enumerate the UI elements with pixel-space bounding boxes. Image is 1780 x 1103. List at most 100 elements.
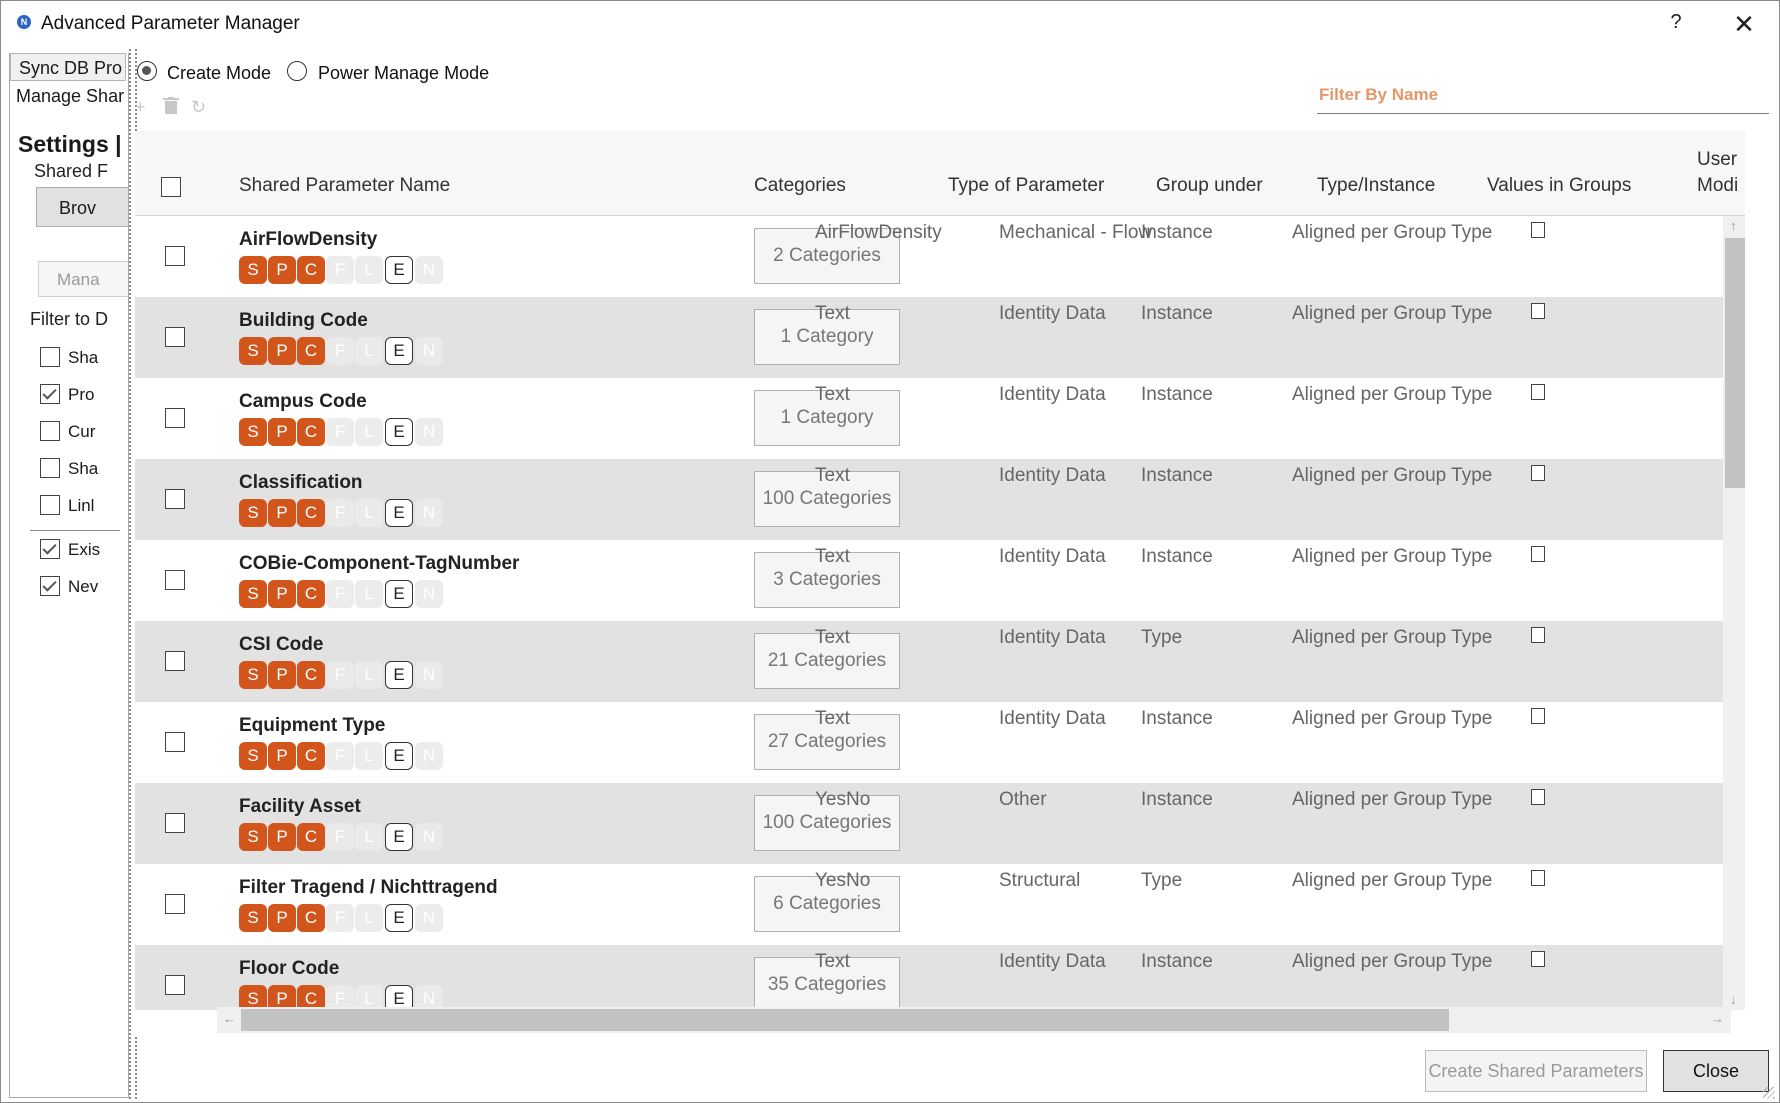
resize-grip-icon[interactable] xyxy=(1763,1087,1775,1099)
plus-icon[interactable]: + xyxy=(135,97,146,118)
row-select-checkbox[interactable] xyxy=(165,975,185,995)
window-title: Advanced Parameter Manager xyxy=(41,13,300,34)
table-row[interactable]: Facility Asset S P C F L E N 100 Categories YesNo… xyxy=(135,783,1745,864)
manage-button[interactable]: Mana xyxy=(38,261,128,297)
table-row[interactable]: COBie-Component-TagNumber S P C F L E N 3 Catego… xyxy=(135,540,1745,621)
row-select-checkbox[interactable] xyxy=(165,651,185,671)
type-instance-cell: Instance xyxy=(1141,546,1213,567)
row-select-checkbox[interactable] xyxy=(165,894,185,914)
filter-checkbox[interactable] xyxy=(40,421,60,441)
power-manage-mode-label: Power Manage Mode xyxy=(318,63,490,83)
create-mode-radio[interactable] xyxy=(137,61,157,81)
filter-checkbox[interactable] xyxy=(40,576,60,596)
flag-badge: N xyxy=(415,904,443,932)
flag-badge: C xyxy=(297,823,325,851)
user-modifiable-checkbox[interactable] xyxy=(1531,222,1545,238)
group-under-cell: Mechanical - Flow xyxy=(999,222,1153,243)
header-user-mod-line2[interactable]: Modi xyxy=(1697,175,1738,197)
table-row[interactable]: AirFlowDensity S P C F L E N 2 Categories AirFlow… xyxy=(135,216,1745,297)
user-modifiable-checkbox[interactable] xyxy=(1531,627,1545,643)
filter-checkbox-label: Linl xyxy=(68,496,95,515)
parameter-name: Facility Asset xyxy=(239,796,361,817)
row-select-checkbox[interactable] xyxy=(165,489,185,509)
header-values[interactable]: Values in Groups xyxy=(1487,175,1631,197)
scroll-left-arrow-icon[interactable]: ← xyxy=(223,1011,236,1026)
flag-badge: L xyxy=(355,418,383,446)
filter-checkbox[interactable] xyxy=(40,347,60,367)
header-user-mod-line1[interactable]: User xyxy=(1697,149,1737,171)
user-modifiable-checkbox[interactable] xyxy=(1531,384,1545,400)
parameter-name: Building Code xyxy=(239,310,368,331)
trash-icon[interactable] xyxy=(163,97,179,120)
parameter-name: CSI Code xyxy=(239,634,324,655)
vertical-scrollbar[interactable]: ↑ ↓ xyxy=(1723,216,1745,1010)
scroll-right-arrow-icon[interactable]: → xyxy=(1711,1011,1724,1026)
table-row[interactable]: Filter Tragend / Nichttragend S P C F L E N 6 Ca… xyxy=(135,864,1745,945)
user-modifiable-checkbox[interactable] xyxy=(1531,870,1545,886)
row-select-checkbox[interactable] xyxy=(165,732,185,752)
parameter-name: Filter Tragend / Nichttragend xyxy=(239,877,498,898)
header-name[interactable]: Shared Parameter Name xyxy=(239,175,450,197)
create-shared-parameters-button[interactable]: Create Shared Parameters xyxy=(1425,1050,1647,1092)
parameter-type-cell: YesNo xyxy=(815,789,871,810)
close-window-button[interactable]: ✕ xyxy=(1725,9,1763,39)
table-row[interactable]: Classification S P C F L E N 100 Categories Text I… xyxy=(135,459,1745,540)
filter-checkbox[interactable] xyxy=(40,539,60,559)
row-select-checkbox[interactable] xyxy=(165,570,185,590)
table-row[interactable]: CSI Code S P C F L E N 21 Categories Text Identity… xyxy=(135,621,1745,702)
group-under-cell: Identity Data xyxy=(999,384,1106,405)
group-under-cell: Identity Data xyxy=(999,627,1106,648)
user-modifiable-checkbox[interactable] xyxy=(1531,951,1545,967)
flag-badge: C xyxy=(297,337,325,365)
flag-badge: F xyxy=(326,904,354,932)
tab-sync-db[interactable]: Sync DB Pro xyxy=(10,53,126,81)
user-modifiable-checkbox[interactable] xyxy=(1531,789,1545,805)
row-select-checkbox[interactable] xyxy=(165,408,185,428)
table-row[interactable]: Campus Code S P C F L E N 1 Category Text Identity… xyxy=(135,378,1745,459)
flag-badge: E xyxy=(385,418,413,446)
user-modifiable-checkbox[interactable] xyxy=(1531,546,1545,562)
user-modifiable-checkbox[interactable] xyxy=(1531,303,1545,319)
horizontal-scrollbar[interactable]: ← → xyxy=(217,1007,1731,1033)
table-row[interactable]: Floor Code S P C F L E N 35 Categories Text Identi… xyxy=(135,945,1745,1010)
help-button[interactable]: ? xyxy=(1661,11,1691,37)
close-button[interactable]: Close xyxy=(1663,1050,1769,1092)
filter-by-name-input[interactable]: Filter By Name xyxy=(1317,79,1769,114)
browse-button[interactable]: Brov xyxy=(36,187,128,227)
header-type[interactable]: Type of Parameter xyxy=(948,175,1104,197)
filter-checkbox[interactable] xyxy=(40,384,60,404)
table-row[interactable]: Building Code S P C F L E N 1 Category Text Identi… xyxy=(135,297,1745,378)
parameter-name: AirFlowDensity xyxy=(239,229,378,250)
tab-manage-shared[interactable]: Manage Shar xyxy=(10,81,128,111)
header-categories[interactable]: Categories xyxy=(754,175,846,197)
type-instance-cell: Instance xyxy=(1141,303,1213,324)
table-row[interactable]: Equipment Type S P C F L E N 27 Categories Text Id… xyxy=(135,702,1745,783)
row-select-checkbox[interactable] xyxy=(165,813,185,833)
row-select-checkbox[interactable] xyxy=(165,246,185,266)
horizontal-scroll-thumb[interactable] xyxy=(241,1009,1449,1031)
row-select-checkbox[interactable] xyxy=(165,327,185,347)
select-all-checkbox[interactable] xyxy=(161,177,181,197)
power-manage-mode-radio[interactable] xyxy=(287,61,307,81)
parameter-name: COBie-Component-TagNumber xyxy=(239,553,520,574)
vertical-scroll-thumb[interactable] xyxy=(1725,238,1745,488)
values-in-groups-cell: Aligned per Group Type xyxy=(1292,384,1493,405)
header-group[interactable]: Group under xyxy=(1156,175,1263,197)
refresh-icon[interactable]: ↻ xyxy=(191,97,206,118)
user-modifiable-checkbox[interactable] xyxy=(1531,708,1545,724)
flag-badge: N xyxy=(415,418,443,446)
filter-checkbox[interactable] xyxy=(40,458,60,478)
flag-badge: P xyxy=(268,418,296,446)
scroll-down-arrow-icon[interactable]: ↓ xyxy=(1730,992,1737,1007)
scroll-up-arrow-icon[interactable]: ↑ xyxy=(1730,218,1737,233)
user-modifiable-checkbox[interactable] xyxy=(1531,465,1545,481)
flag-badge: S xyxy=(239,823,267,851)
flag-badge: C xyxy=(297,661,325,689)
shared-file-label: Shared F xyxy=(34,161,109,181)
flag-badge: L xyxy=(355,256,383,284)
filter-checkbox[interactable] xyxy=(40,495,60,515)
header-type-instance[interactable]: Type/Instance xyxy=(1317,175,1435,197)
flag-badge: P xyxy=(268,904,296,932)
flag-badge: F xyxy=(326,742,354,770)
flag-badge: E xyxy=(385,256,413,284)
